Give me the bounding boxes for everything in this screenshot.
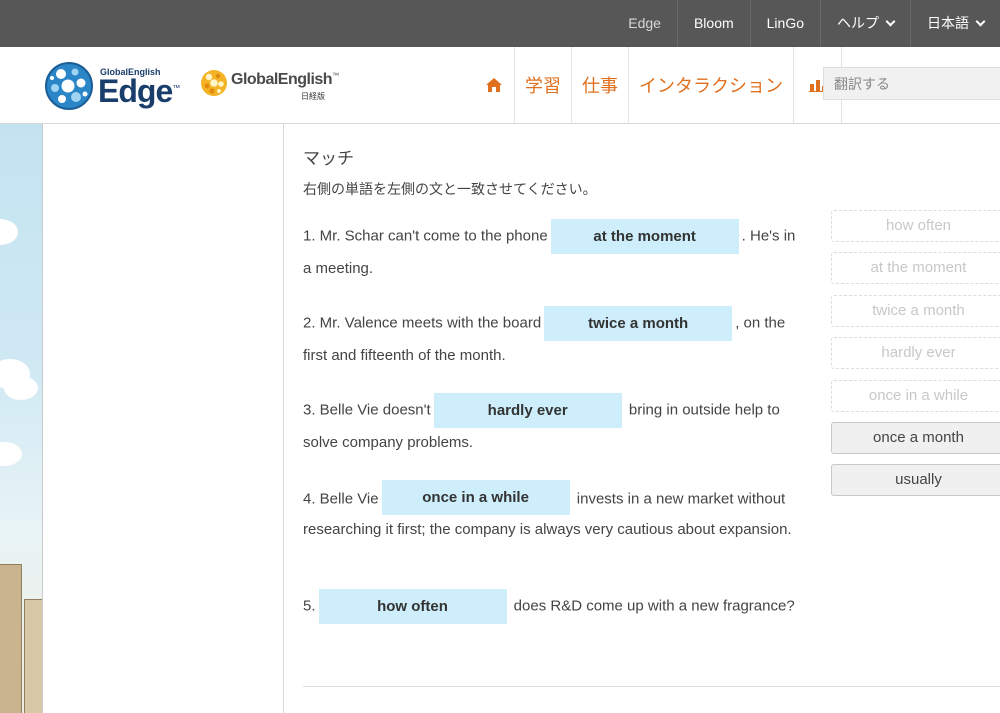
background-illustration — [0, 124, 43, 713]
question-2: 2. Mr. Valence meets with the board twice… — [303, 306, 803, 371]
help-menu[interactable]: ヘルプ — [820, 0, 910, 47]
word-option-available[interactable]: usually — [831, 464, 1000, 497]
nav-work[interactable]: 仕事 — [572, 47, 629, 123]
word-option-used: twice a month — [831, 294, 1000, 327]
globalenglish-globe-icon — [201, 70, 227, 96]
word-option-available[interactable]: once a month — [831, 421, 1000, 454]
answer-drop-zone-5[interactable]: how often — [318, 589, 507, 624]
nav-home[interactable] — [474, 47, 515, 123]
edge-logo[interactable]: GlobalEnglish Edge™ — [44, 61, 184, 111]
word-option-used: at the moment — [831, 252, 1000, 285]
edge-logo-tm: ™ — [172, 83, 180, 93]
product-switcher: Edge Bloom LinGo ヘルプ 日本語 — [612, 0, 1000, 47]
top-bar: Edge Bloom LinGo ヘルプ 日本語 — [0, 0, 1000, 47]
globalenglish-logo-subtitle: 日経版 — [301, 92, 325, 101]
word-option-used: hardly ever — [831, 337, 1000, 370]
question-4: 4. Belle Vie once in a while invests in a… — [303, 480, 803, 541]
nav-learn[interactable]: 学習 — [515, 47, 572, 123]
exercise-panel: マッチ 右側の単語を左側の文と一致させてください。 1. Mr. Schar c… — [284, 124, 1000, 713]
globalenglish-logo-text: GlobalEnglish™ — [231, 71, 339, 89]
exercise-instruction: 右側の単語を左側の文と一致させてください。 — [303, 181, 597, 197]
help-menu-label: ヘルプ — [837, 15, 879, 31]
exercise-title: マッチ — [303, 149, 354, 168]
word-option-used: once in a while — [831, 379, 1000, 412]
home-icon — [486, 78, 502, 92]
translate-search-input[interactable] — [823, 67, 1000, 100]
edge-globe-icon — [45, 62, 93, 110]
main-nav: 学習 仕事 インタラクション — [474, 47, 842, 123]
question-5: 5. how often does R&D come up with a new … — [303, 589, 803, 624]
question-text-before: 1. Mr. Schar can't come to the phone — [303, 227, 548, 245]
header: GlobalEnglish Edge™ GlobalEnglish™ 日経版 学… — [0, 47, 1000, 124]
answer-drop-zone-1[interactable]: at the moment — [550, 219, 739, 254]
question-text-before: 5. — [303, 597, 316, 615]
answer-drop-zone-4[interactable]: once in a while — [381, 480, 570, 515]
question-1: 1. Mr. Schar can't come to the phone at t… — [303, 219, 803, 284]
language-menu-label: 日本語 — [927, 15, 969, 31]
question-text-before: 4. Belle Vie — [303, 490, 379, 508]
globalenglish-logo-name: GlobalEnglish — [231, 71, 333, 88]
divider — [303, 686, 1000, 687]
edge-logo-text: Edge™ — [98, 73, 180, 110]
answer-drop-zone-2[interactable]: twice a month — [544, 306, 733, 341]
globalenglish-logo[interactable]: GlobalEnglish™ 日経版 — [200, 69, 340, 105]
left-panel — [43, 124, 284, 713]
topnav-edge-link[interactable]: Edge — [612, 0, 677, 47]
topnav-lingo-link[interactable]: LinGo — [749, 0, 820, 47]
edge-logo-name: Edge — [98, 73, 173, 109]
globalenglish-logo-tm: ™ — [332, 72, 339, 80]
word-option-used: how often — [831, 210, 1000, 242]
question-text-before: 2. Mr. Valence meets with the board — [303, 314, 542, 332]
language-menu[interactable]: 日本語 — [910, 0, 1000, 47]
word-bank: how often at the moment twice a month ha… — [831, 210, 1000, 507]
question-3: 3. Belle Vie doesn't hardly ever bring in… — [303, 393, 803, 458]
nav-interaction[interactable]: インタラクション — [629, 47, 794, 123]
question-text-before: 3. Belle Vie doesn't — [303, 401, 431, 419]
chevron-down-icon — [975, 16, 986, 27]
answer-drop-zone-3[interactable]: hardly ever — [433, 393, 622, 428]
chevron-down-icon — [885, 16, 896, 27]
question-text-after: does R&D come up with a new fragrance? — [509, 597, 795, 615]
topnav-bloom-link[interactable]: Bloom — [676, 0, 750, 47]
